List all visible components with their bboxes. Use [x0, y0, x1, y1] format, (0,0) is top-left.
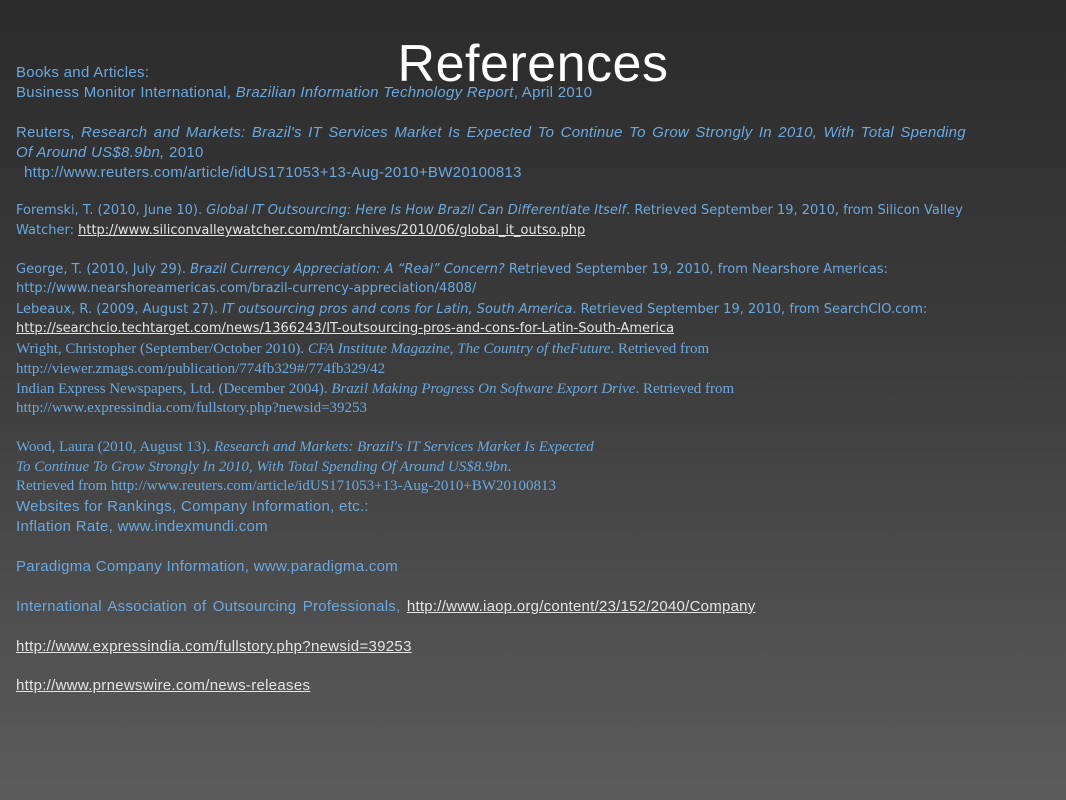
reference-title: IT outsourcing pros and cons for Latin, …: [222, 302, 573, 317]
reference-lebeaux-url: http://searchcio.techtarget.com/news/136…: [16, 319, 674, 338]
website-iaop: International Association of Outsourcing…: [16, 598, 756, 615]
reference-foremski: Foremski, T. (2010, June 10). Global IT …: [16, 203, 963, 218]
reference-wood: Wood, Laura (2010, August 13). Research …: [16, 439, 594, 455]
lebeaux-link[interactable]: http://searchcio.techtarget.com/news/136…: [16, 321, 674, 336]
reference-title: Brazil Currency Appreciation: A “Real” C…: [190, 262, 505, 277]
reference-george: George, T. (2010, July 29). Brazil Curre…: [16, 262, 888, 277]
reference-lebeaux: Lebeaux, R. (2009, August 27). IT outsou…: [16, 302, 928, 317]
reference-wright: Wright, Christopher (September/October 2…: [16, 341, 710, 357]
reference-foremski-cont: Watcher: http://www.siliconvalleywatcher…: [16, 223, 586, 238]
reference-author: Business Monitor International,: [16, 84, 236, 101]
reference-reuters-url: http://www.reuters.com/article/idUS17105…: [24, 164, 522, 181]
reference-indian-express: Indian Express Newspapers, Ltd. (Decembe…: [16, 381, 735, 397]
prnewswire-link[interactable]: http://www.prnewswire.com/news-releases: [16, 677, 310, 694]
section-heading-websites: Websites for Rankings, Company Informati…: [16, 498, 369, 515]
reference-title: CFA Institute Magazine, The Country of t…: [307, 341, 611, 357]
reference-george-url: http://www.nearshoreamericas.com/brazil-…: [16, 281, 477, 296]
reference-wood-retrieved: Retrieved from http://www.reuters.com/ar…: [16, 478, 557, 494]
reference-reuters: Reuters, Research and Markets: Brazil's …: [16, 123, 966, 143]
reference-author: Reuters,: [16, 124, 82, 141]
foremski-link[interactable]: http://www.siliconvalleywatcher.com/mt/a…: [78, 223, 585, 238]
reference-title: Brazil Making Progress On Software Expor…: [331, 381, 636, 397]
expressindia-link[interactable]: http://www.expressindia.com/fullstory.ph…: [16, 638, 412, 655]
reference-reuters-cont: Of Around US$8.9bn, 2010: [16, 143, 204, 163]
reference-wood-cont: To Continue To Grow Strongly In 2010, Wi…: [16, 459, 512, 475]
website-inflation: Inflation Rate, www.indexmundi.com: [16, 518, 268, 535]
reference-wright-url: http://viewer.zmags.com/publication/774f…: [16, 361, 386, 377]
iaop-link[interactable]: http://www.iaop.org/content/23/152/2040/…: [407, 598, 756, 615]
website-expressindia: http://www.expressindia.com/fullstory.ph…: [16, 637, 412, 657]
website-paradigma: Paradigma Company Information, www.parad…: [16, 558, 399, 575]
reference-date: 2010: [164, 144, 204, 161]
reference-date: , April 2010: [513, 84, 593, 101]
website-prnewswire: http://www.prnewswire.com/news-releases: [16, 676, 310, 696]
reference-title-cont: Of Around US$8.9bn,: [16, 144, 165, 161]
reference-title: Research and Markets: Brazil's IT Servic…: [81, 124, 966, 141]
reference-bmi: Business Monitor International, Brazilia…: [16, 83, 592, 103]
reference-title: Brazilian Information Technology Report: [235, 84, 514, 101]
section-heading-books: Books and Articles:: [16, 64, 150, 81]
reference-title-cont: To Continue To Grow Strongly In 2010, Wi…: [16, 459, 508, 475]
reference-title: Global IT Outsourcing: Here Is How Brazi…: [206, 203, 627, 218]
reference-title: Research and Markets: Brazil's IT Servic…: [213, 439, 594, 455]
reference-indian-express-url: http://www.expressindia.com/fullstory.ph…: [16, 400, 368, 416]
